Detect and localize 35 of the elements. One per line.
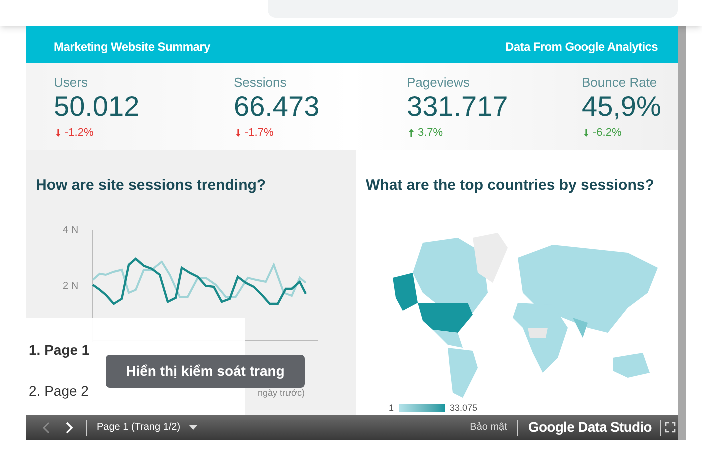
- chart-title: What are the top countries by sessions?: [366, 176, 654, 196]
- chevron-right-icon[interactable]: [66, 422, 74, 434]
- metric-label: Users: [54, 75, 88, 91]
- caret-icon: [188, 425, 198, 430]
- legend-max-label: 33.075: [450, 402, 478, 415]
- legend-min-label: 1: [389, 402, 394, 415]
- page-selector[interactable]: Page 1 (Trang 1/2): [97, 420, 198, 435]
- privacy-link[interactable]: Bảo mật: [470, 420, 508, 435]
- color-scale-bar: [399, 404, 445, 412]
- metric-label: Pageviews: [407, 75, 470, 91]
- metric-label: Bounce Rate: [582, 75, 658, 91]
- fullscreen-icon[interactable]: [665, 422, 676, 433]
- arrow-up-icon: [409, 129, 414, 138]
- report-title: Marketing Website Summary: [54, 38, 210, 56]
- chevron-left-icon[interactable]: [42, 422, 50, 434]
- metric-value: 66.473: [234, 91, 320, 123]
- legend-label: ngày trước): [258, 387, 305, 400]
- metric-change: -1.2%: [65, 126, 94, 141]
- scrollbar[interactable]: [678, 26, 686, 440]
- axis-label: 4 N: [63, 224, 79, 238]
- metric-change: -6.2%: [593, 126, 622, 141]
- metric-value: 45,9%: [582, 91, 662, 123]
- tooltip: Hiển thị kiểm soát trang: [106, 355, 305, 388]
- metric-value: 50.012: [54, 91, 140, 123]
- metric-change: -1.7%: [245, 126, 274, 141]
- arrow-down-icon: [584, 129, 589, 138]
- arrow-down-icon: [236, 129, 241, 138]
- metric-label: Sessions: [234, 75, 287, 91]
- metric-change: 3.7%: [418, 126, 444, 141]
- arrow-down-icon: [56, 129, 61, 138]
- chart-title: How are site sessions trending?: [36, 176, 266, 196]
- axis-label: 2 N: [63, 280, 79, 294]
- data-source-label: Data From Google Analytics: [506, 38, 658, 56]
- brand-label: Google Data Studio: [528, 418, 652, 437]
- metric-value: 331.717: [407, 91, 508, 123]
